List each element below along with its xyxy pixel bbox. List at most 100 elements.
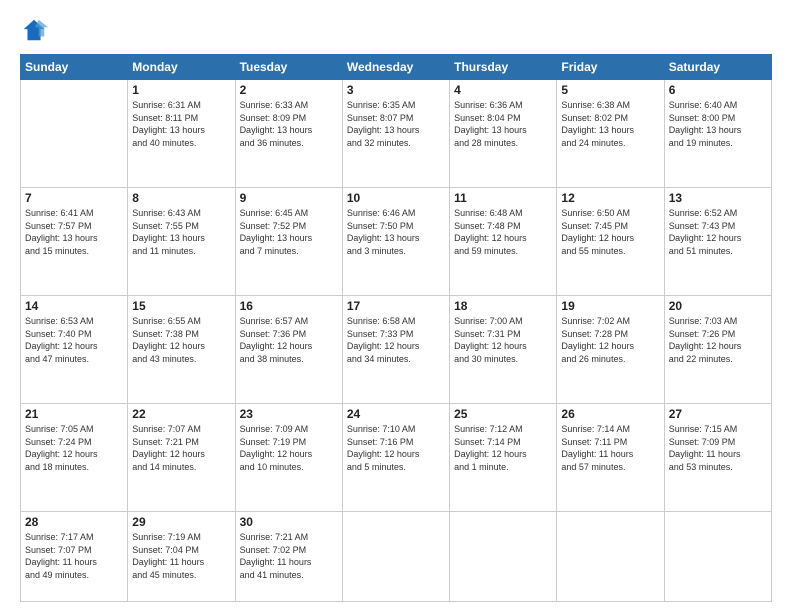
calendar-cell: 30 Sunrise: 7:21 AM Sunset: 7:02 PM Dayli… — [235, 511, 342, 601]
calendar-cell: 23Sunrise: 7:09 AM Sunset: 7:19 PM Dayli… — [235, 403, 342, 511]
day-info: Sunrise: 7:19 AM Sunset: 7:04 PM Dayligh… — [132, 531, 230, 581]
day-info: Sunrise: 7:14 AM Sunset: 7:11 PM Dayligh… — [561, 423, 659, 473]
day-header-wednesday: Wednesday — [342, 55, 449, 80]
calendar-cell: 8 Sunrise: 6:43 AM Sunset: 7:55 PM Daylig… — [128, 187, 235, 295]
day-info: Sunrise: 6:58 AM Sunset: 7:33 PM Dayligh… — [347, 315, 445, 365]
day-header-saturday: Saturday — [664, 55, 771, 80]
day-info: Sunrise: 7:12 AM Sunset: 7:14 PM Dayligh… — [454, 423, 552, 473]
day-number: 10 — [347, 191, 445, 205]
day-number: 2 — [240, 83, 338, 97]
day-info: Sunrise: 7:07 AM Sunset: 7:21 PM Dayligh… — [132, 423, 230, 473]
day-header-friday: Friday — [557, 55, 664, 80]
day-info: Sunrise: 7:09 AM Sunset: 7:19 PM Dayligh… — [240, 423, 338, 473]
day-info: Sunrise: 6:55 AM Sunset: 7:38 PM Dayligh… — [132, 315, 230, 365]
day-number: 3 — [347, 83, 445, 97]
calendar-cell: 11 Sunrise: 6:48 AM Sunset: 7:48 PM Dayli… — [450, 187, 557, 295]
day-info: Sunrise: 7:10 AM Sunset: 7:16 PM Dayligh… — [347, 423, 445, 473]
day-info: Sunrise: 7:21 AM Sunset: 7:02 PM Dayligh… — [240, 531, 338, 581]
day-header-thursday: Thursday — [450, 55, 557, 80]
day-info: Sunrise: 6:35 AM Sunset: 8:07 PM Dayligh… — [347, 99, 445, 149]
day-info: Sunrise: 6:50 AM Sunset: 7:45 PM Dayligh… — [561, 207, 659, 257]
day-number: 13 — [669, 191, 767, 205]
day-number: 29 — [132, 515, 230, 529]
day-number: 17 — [347, 299, 445, 313]
day-number: 20 — [669, 299, 767, 313]
day-info: Sunrise: 7:00 AM Sunset: 7:31 PM Dayligh… — [454, 315, 552, 365]
day-number: 22 — [132, 407, 230, 421]
day-number: 25 — [454, 407, 552, 421]
day-info: Sunrise: 6:31 AM Sunset: 8:11 PM Dayligh… — [132, 99, 230, 149]
calendar-row-1: 7Sunrise: 6:41 AM Sunset: 7:57 PM Daylig… — [21, 187, 772, 295]
calendar-cell: 27 Sunrise: 7:15 AM Sunset: 7:09 PM Dayli… — [664, 403, 771, 511]
day-number: 4 — [454, 83, 552, 97]
day-info: Sunrise: 7:15 AM Sunset: 7:09 PM Dayligh… — [669, 423, 767, 473]
calendar-cell — [342, 511, 449, 601]
calendar-header-row: SundayMondayTuesdayWednesdayThursdayFrid… — [21, 55, 772, 80]
day-number: 15 — [132, 299, 230, 313]
calendar-cell: 29 Sunrise: 7:19 AM Sunset: 7:04 PM Dayli… — [128, 511, 235, 601]
day-number: 5 — [561, 83, 659, 97]
calendar-cell: 24 Sunrise: 7:10 AM Sunset: 7:16 PM Dayli… — [342, 403, 449, 511]
logo-icon — [20, 16, 48, 44]
calendar-cell — [664, 511, 771, 601]
calendar-cell: 4 Sunrise: 6:36 AM Sunset: 8:04 PM Daylig… — [450, 80, 557, 188]
day-number: 28 — [25, 515, 123, 529]
day-number: 24 — [347, 407, 445, 421]
calendar-row-0: 1 Sunrise: 6:31 AM Sunset: 8:11 PM Daylig… — [21, 80, 772, 188]
calendar-cell: 5 Sunrise: 6:38 AM Sunset: 8:02 PM Daylig… — [557, 80, 664, 188]
day-info: Sunrise: 6:36 AM Sunset: 8:04 PM Dayligh… — [454, 99, 552, 149]
day-info: Sunrise: 7:17 AM Sunset: 7:07 PM Dayligh… — [25, 531, 123, 581]
calendar-cell: 17 Sunrise: 6:58 AM Sunset: 7:33 PM Dayli… — [342, 295, 449, 403]
day-number: 9 — [240, 191, 338, 205]
day-number: 11 — [454, 191, 552, 205]
day-number: 30 — [240, 515, 338, 529]
day-info: Sunrise: 6:52 AM Sunset: 7:43 PM Dayligh… — [669, 207, 767, 257]
calendar-cell: 22 Sunrise: 7:07 AM Sunset: 7:21 PM Dayli… — [128, 403, 235, 511]
calendar-row-4: 28 Sunrise: 7:17 AM Sunset: 7:07 PM Dayli… — [21, 511, 772, 601]
calendar-cell: 2 Sunrise: 6:33 AM Sunset: 8:09 PM Daylig… — [235, 80, 342, 188]
day-info: Sunrise: 6:43 AM Sunset: 7:55 PM Dayligh… — [132, 207, 230, 257]
day-number: 12 — [561, 191, 659, 205]
day-header-sunday: Sunday — [21, 55, 128, 80]
calendar-row-3: 21Sunrise: 7:05 AM Sunset: 7:24 PM Dayli… — [21, 403, 772, 511]
day-info: Sunrise: 6:38 AM Sunset: 8:02 PM Dayligh… — [561, 99, 659, 149]
calendar-cell: 16Sunrise: 6:57 AM Sunset: 7:36 PM Dayli… — [235, 295, 342, 403]
day-header-tuesday: Tuesday — [235, 55, 342, 80]
day-number: 8 — [132, 191, 230, 205]
day-number: 26 — [561, 407, 659, 421]
day-number: 19 — [561, 299, 659, 313]
day-number: 27 — [669, 407, 767, 421]
day-info: Sunrise: 6:48 AM Sunset: 7:48 PM Dayligh… — [454, 207, 552, 257]
calendar-cell: 28 Sunrise: 7:17 AM Sunset: 7:07 PM Dayli… — [21, 511, 128, 601]
page: SundayMondayTuesdayWednesdayThursdayFrid… — [0, 0, 792, 612]
day-info: Sunrise: 6:40 AM Sunset: 8:00 PM Dayligh… — [669, 99, 767, 149]
day-header-monday: Monday — [128, 55, 235, 80]
day-info: Sunrise: 6:46 AM Sunset: 7:50 PM Dayligh… — [347, 207, 445, 257]
calendar-cell: 10 Sunrise: 6:46 AM Sunset: 7:50 PM Dayli… — [342, 187, 449, 295]
day-info: Sunrise: 6:41 AM Sunset: 7:57 PM Dayligh… — [25, 207, 123, 257]
calendar-cell — [21, 80, 128, 188]
day-number: 6 — [669, 83, 767, 97]
day-info: Sunrise: 6:33 AM Sunset: 8:09 PM Dayligh… — [240, 99, 338, 149]
calendar-cell: 20Sunrise: 7:03 AM Sunset: 7:26 PM Dayli… — [664, 295, 771, 403]
calendar-cell: 7Sunrise: 6:41 AM Sunset: 7:57 PM Daylig… — [21, 187, 128, 295]
calendar-cell: 19 Sunrise: 7:02 AM Sunset: 7:28 PM Dayli… — [557, 295, 664, 403]
calendar-cell: 25 Sunrise: 7:12 AM Sunset: 7:14 PM Dayli… — [450, 403, 557, 511]
calendar: SundayMondayTuesdayWednesdayThursdayFrid… — [20, 54, 772, 602]
logo — [20, 16, 52, 44]
calendar-cell — [450, 511, 557, 601]
calendar-cell: 13 Sunrise: 6:52 AM Sunset: 7:43 PM Dayli… — [664, 187, 771, 295]
calendar-cell: 1 Sunrise: 6:31 AM Sunset: 8:11 PM Daylig… — [128, 80, 235, 188]
day-info: Sunrise: 6:57 AM Sunset: 7:36 PM Dayligh… — [240, 315, 338, 365]
calendar-cell: 9 Sunrise: 6:45 AM Sunset: 7:52 PM Daylig… — [235, 187, 342, 295]
day-info: Sunrise: 6:45 AM Sunset: 7:52 PM Dayligh… — [240, 207, 338, 257]
calendar-row-2: 14Sunrise: 6:53 AM Sunset: 7:40 PM Dayli… — [21, 295, 772, 403]
calendar-cell: 6 Sunrise: 6:40 AM Sunset: 8:00 PM Daylig… — [664, 80, 771, 188]
day-number: 1 — [132, 83, 230, 97]
day-number: 14 — [25, 299, 123, 313]
calendar-cell: 14Sunrise: 6:53 AM Sunset: 7:40 PM Dayli… — [21, 295, 128, 403]
calendar-cell — [557, 511, 664, 601]
day-info: Sunrise: 7:02 AM Sunset: 7:28 PM Dayligh… — [561, 315, 659, 365]
header — [20, 16, 772, 44]
calendar-cell: 18Sunrise: 7:00 AM Sunset: 7:31 PM Dayli… — [450, 295, 557, 403]
